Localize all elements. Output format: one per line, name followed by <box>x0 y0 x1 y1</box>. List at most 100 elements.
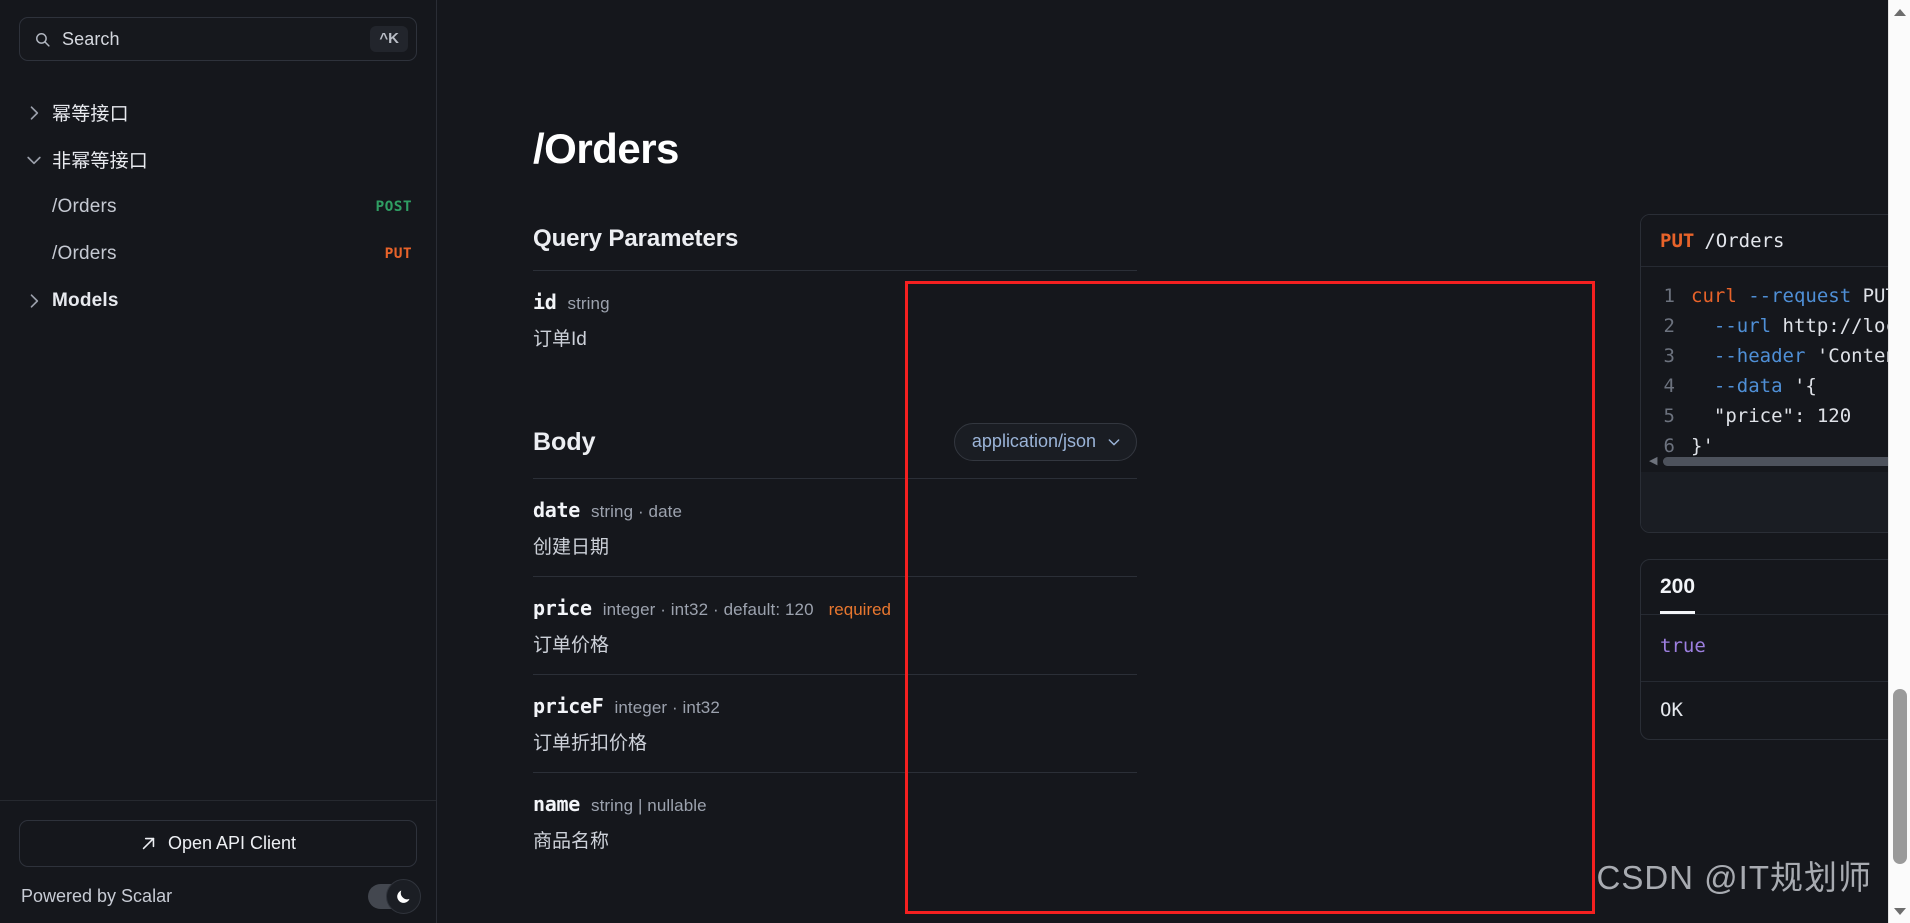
response-body: true <box>1660 635 1706 657</box>
sidebar-footer-row: Powered by Scalar <box>19 879 421 914</box>
body-parameters-list: date string · date 创建日期 price integer · … <box>533 478 1137 870</box>
search-input[interactable]: Search ^K <box>19 17 417 61</box>
sidebar-item-label: Models <box>52 289 119 311</box>
triangle-down-icon <box>1894 907 1906 915</box>
parameter-name: date <box>533 498 580 522</box>
chevron-right-icon <box>30 293 39 308</box>
method-badge-post: POST <box>375 198 412 215</box>
code-path-label: /Orders <box>1704 229 1785 252</box>
content-type-select[interactable]: application/json <box>953 423 1137 461</box>
parameter-row: price integer · int32 · default: 120 req… <box>533 577 1137 674</box>
parameter-name: name <box>533 792 580 816</box>
parameter-meta: string <box>567 294 610 313</box>
page-scrollbar-thumb[interactable] <box>1893 689 1907 864</box>
sidebar-item-label: 非幂等接口 <box>52 151 149 172</box>
right-panel: PUT /Orders Shell cURL 1 curl --request P… <box>1640 214 1910 740</box>
arrow-up-right-icon <box>142 837 155 850</box>
parameter-description: 订单价格 <box>533 635 610 656</box>
sidebar-item-label: /Orders <box>52 242 117 264</box>
parameter-meta: integer · int32 · default: 120 <box>602 600 814 619</box>
parameter-description: 订单Id <box>533 329 587 350</box>
code-line: 3 --header 'Content-Type: application/js… <box>1641 341 1910 371</box>
scalar-api-reference-app: Search ^K 幂等接口 非幂等接口 /Orders POST /Order… <box>0 0 1910 923</box>
sidebar-item-label: 幂等接口 <box>52 104 129 125</box>
code-token: --data <box>1713 375 1783 397</box>
query-parameters-heading: Query Parameters <box>533 225 739 252</box>
moon-icon <box>397 890 410 903</box>
search-container: Search ^K <box>0 0 436 61</box>
open-api-client-label: Open API Client <box>167 833 297 853</box>
search-shortcut-badge: ^K <box>370 26 408 52</box>
code-token: --request <box>1748 285 1852 307</box>
code-horizontal-scrollbar[interactable]: ◀ ▶ <box>1649 455 1910 468</box>
scrollbar-track[interactable] <box>1663 457 1910 466</box>
parameter-description: 订单折扣价格 <box>533 733 648 754</box>
response-header: 200 Show Schema <box>1641 560 1910 614</box>
line-number: 3 <box>1663 345 1675 367</box>
chevron-down-icon <box>27 156 41 164</box>
code-token: "price": 120 <box>1691 405 1852 427</box>
code-token: curl <box>1691 285 1749 307</box>
required-badge: required <box>828 600 892 619</box>
chevron-right-icon <box>30 105 39 120</box>
search-icon <box>36 32 50 47</box>
code-example-card: PUT /Orders Shell cURL 1 curl --request P… <box>1640 214 1910 533</box>
watermark: CSDN @IT规划师 <box>1596 859 1872 896</box>
parameter-row: priceF integer · int32 订单折扣价格 <box>533 675 1137 772</box>
method-badge-put: PUT <box>384 245 412 262</box>
code-example-header: PUT /Orders Shell cURL <box>1641 215 1910 267</box>
sidebar-item-label: /Orders <box>52 195 117 217</box>
parameter-meta: string · date <box>590 502 683 521</box>
parameter-meta: string | nullable <box>590 796 707 815</box>
code-token: --header <box>1713 345 1806 367</box>
parameter-header: name string | nullable <box>533 792 1137 816</box>
theme-toggle[interactable] <box>368 879 421 914</box>
code-line: 1curl --request PUT \ <box>1641 281 1910 311</box>
main-content: /Orders Query Parameters id string 订单Id … <box>437 0 1910 923</box>
open-api-client-button[interactable]: Open API Client <box>19 820 417 867</box>
line-number: 4 <box>1663 375 1675 397</box>
chevron-down-icon <box>1108 438 1120 445</box>
parameter-header: date string · date <box>533 498 1137 522</box>
sidebar: Search ^K 幂等接口 非幂等接口 /Orders POST /Order… <box>0 0 437 923</box>
parameter-row: name string | nullable 商品名称 <box>533 773 1137 870</box>
theme-toggle-knob <box>386 879 421 914</box>
parameter-name: price <box>533 596 592 620</box>
sidebar-item-models[interactable]: Models <box>0 277 436 324</box>
query-parameters-list: id string 订单Id <box>533 270 1137 368</box>
parameter-description: 创建日期 <box>533 537 610 558</box>
code-token: --url <box>1713 315 1772 337</box>
parameter-row: id string 订单Id <box>533 271 1137 368</box>
sidebar-footer: Open API Client Powered by Scalar <box>0 800 436 923</box>
parameter-name: id <box>533 290 557 314</box>
scroll-up-button[interactable] <box>1889 2 1910 22</box>
code-line: 2 --url http://localhost:5137/Orders \ <box>1641 311 1910 341</box>
response-card: 200 Show Schema true OK <box>1640 559 1910 740</box>
scroll-down-button[interactable] <box>1889 901 1910 921</box>
content-type-value: application/json <box>971 431 1096 451</box>
parameter-meta: integer · int32 <box>614 698 720 717</box>
powered-by-label: Powered by Scalar <box>21 886 173 906</box>
code-line: 5 "price": 120 <box>1641 401 1910 431</box>
scrollbar-thumb[interactable] <box>1663 457 1910 466</box>
sidebar-nav: 幂等接口 非幂等接口 /Orders POST /Orders PUT Mode… <box>0 61 436 800</box>
sidebar-item-orders-post[interactable]: /Orders POST <box>0 183 436 230</box>
response-status-tab[interactable]: 200 <box>1660 575 1696 614</box>
parameter-name: priceF <box>533 694 604 718</box>
code-line: 4 --data '{ <box>1641 371 1910 401</box>
scroll-left-icon[interactable]: ◀ <box>1649 456 1657 467</box>
code-block: 1curl --request PUT \2 --url http://loca… <box>1641 267 1910 472</box>
parameter-row: date string · date 创建日期 <box>533 479 1137 576</box>
line-number: 5 <box>1663 405 1675 427</box>
sidebar-item-orders-put[interactable]: /Orders PUT <box>0 230 436 277</box>
parameter-header: priceF integer · int32 <box>533 694 1137 718</box>
sidebar-item-idempotent-group[interactable]: 幂等接口 <box>0 89 436 136</box>
parameter-header: price integer · int32 · default: 120 req… <box>533 596 1137 620</box>
triangle-up-icon <box>1894 8 1906 16</box>
code-method-label: PUT <box>1660 229 1695 252</box>
sidebar-item-non-idempotent-group[interactable]: 非幂等接口 <box>0 136 436 183</box>
page-scrollbar[interactable] <box>1888 0 1910 923</box>
line-number: 1 <box>1663 285 1675 307</box>
